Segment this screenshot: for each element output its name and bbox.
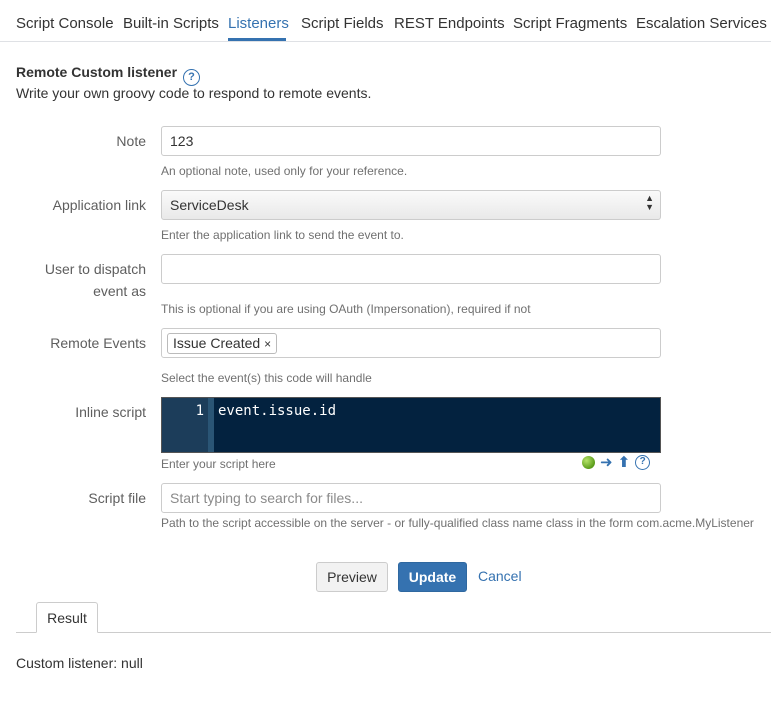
note-help-text: An optional note, used only for your ref… bbox=[161, 164, 408, 178]
application-link-label: Application link bbox=[52, 197, 146, 213]
user-dispatch-input[interactable] bbox=[161, 254, 661, 284]
remote-events-input[interactable]: Issue Created × bbox=[161, 328, 661, 358]
help-icon[interactable]: ? bbox=[635, 455, 651, 470]
script-file-input[interactable]: Start typing to search for files... bbox=[161, 483, 661, 513]
code-line[interactable]: event.issue.id bbox=[218, 403, 336, 419]
result-divider bbox=[16, 632, 771, 633]
arrow-up-icon[interactable]: ⬆ bbox=[618, 455, 631, 470]
form-title: Remote Custom listener bbox=[16, 64, 178, 80]
event-tag-label: Issue Created bbox=[173, 335, 261, 351]
run-status-icon[interactable] bbox=[582, 456, 595, 469]
application-link-value: ServiceDesk bbox=[170, 197, 249, 213]
tab-script-console[interactable]: Script Console bbox=[16, 15, 114, 32]
line-number: 1 bbox=[195, 403, 204, 419]
editor-toolbar: ➜ ⬆ ? bbox=[582, 455, 651, 470]
tab-script-fields[interactable]: Script Fields bbox=[301, 15, 384, 32]
user-dispatch-label-line1: User to dispatch bbox=[44, 261, 146, 277]
remove-tag-icon[interactable]: × bbox=[264, 337, 271, 351]
user-dispatch-label-line2: event as bbox=[93, 283, 146, 299]
editor-gutter-bar bbox=[208, 398, 214, 452]
cancel-link[interactable]: Cancel bbox=[478, 562, 522, 592]
tab-result[interactable]: Result bbox=[36, 602, 98, 633]
script-file-help-text: Path to the script accessible on the ser… bbox=[161, 516, 754, 530]
script-file-placeholder: Start typing to search for files... bbox=[170, 490, 363, 506]
remote-events-help-text: Select the event(s) this code will handl… bbox=[161, 371, 372, 385]
note-label: Note bbox=[116, 133, 146, 149]
tab-script-fragments[interactable]: Script Fragments bbox=[513, 15, 627, 32]
event-tag: Issue Created × bbox=[167, 333, 278, 354]
user-dispatch-label: User to dispatch event as bbox=[45, 258, 146, 302]
user-dispatch-help-text: This is optional if you are using OAuth … bbox=[161, 302, 531, 316]
active-tab-indicator bbox=[228, 38, 286, 41]
application-link-select[interactable]: ServiceDesk ▲ ▼ bbox=[161, 190, 661, 220]
tab-built-in-scripts[interactable]: Built-in Scripts bbox=[123, 15, 219, 32]
note-input[interactable]: 123 bbox=[161, 126, 661, 156]
remote-events-label: Remote Events bbox=[50, 335, 146, 351]
form-subtitle: Write your own groovy code to respond to… bbox=[16, 85, 372, 101]
tab-listeners[interactable]: Listeners bbox=[228, 15, 289, 32]
script-file-label: Script file bbox=[88, 490, 146, 506]
select-arrows-icon: ▲ ▼ bbox=[645, 193, 654, 212]
preview-button[interactable]: Preview bbox=[316, 562, 388, 592]
tab-escalation-services[interactable]: Escalation Services bbox=[636, 15, 767, 32]
update-button[interactable]: Update bbox=[398, 562, 467, 592]
form-title-row: Remote Custom listener? bbox=[16, 64, 201, 86]
arrow-right-icon[interactable]: ➜ bbox=[600, 455, 613, 470]
help-icon[interactable]: ? bbox=[183, 69, 201, 86]
inline-script-label: Inline script bbox=[75, 404, 146, 420]
tab-rest-endpoints[interactable]: REST Endpoints bbox=[394, 15, 505, 32]
inline-script-help-text: Enter your script here bbox=[161, 457, 276, 471]
editor-gutter: 1 bbox=[162, 398, 208, 452]
code-editor[interactable]: 1 event.issue.id bbox=[161, 397, 661, 453]
result-output: Custom listener: null bbox=[16, 655, 143, 671]
top-nav: Script Console Built-in Scripts Listener… bbox=[0, 0, 771, 42]
application-link-help-text: Enter the application link to send the e… bbox=[161, 228, 404, 242]
